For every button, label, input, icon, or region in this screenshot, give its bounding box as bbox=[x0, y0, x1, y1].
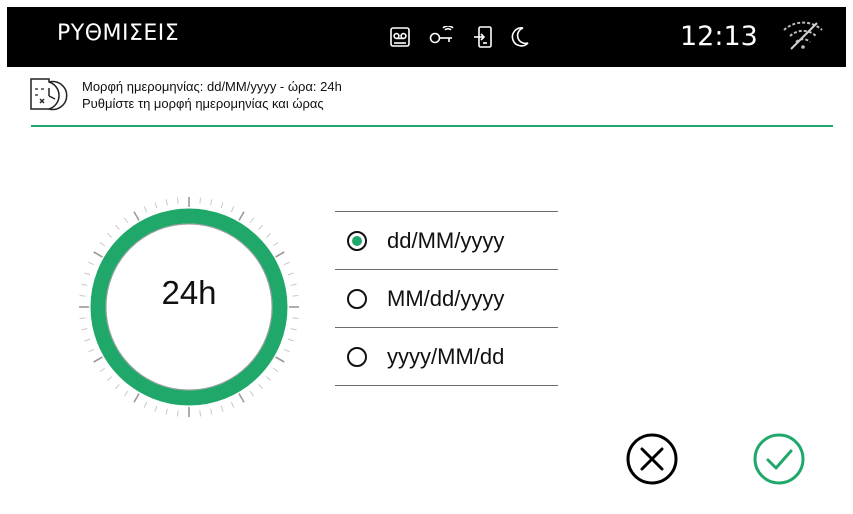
wifi-off-icon[interactable] bbox=[781, 21, 825, 56]
dial-tick bbox=[99, 241, 106, 247]
dial-tick bbox=[99, 367, 106, 373]
header-divider bbox=[31, 125, 833, 127]
dial-tick bbox=[154, 405, 158, 412]
dial-tick bbox=[177, 410, 179, 417]
voicemail-icon bbox=[389, 26, 411, 48]
dial-tick bbox=[165, 199, 168, 206]
dial-tick bbox=[199, 197, 201, 204]
dial-tick bbox=[123, 390, 129, 397]
status-icons bbox=[389, 22, 530, 52]
date-format-option-ddmmyyyy[interactable]: dd/MM/yyyy bbox=[335, 212, 558, 269]
dial-tick bbox=[258, 383, 263, 390]
dial-tick bbox=[258, 224, 263, 231]
dial-tick bbox=[290, 283, 297, 286]
dial-tick bbox=[88, 261, 95, 266]
dial-tick bbox=[115, 383, 120, 390]
clock: 12:13 bbox=[680, 21, 758, 52]
dial-tick bbox=[272, 241, 279, 247]
date-format-option-yyyymmdd[interactable]: yyyy/MM/dd bbox=[335, 328, 558, 385]
option-label: dd/MM/yyyy bbox=[387, 228, 505, 253]
dial-tick bbox=[210, 199, 213, 206]
dial-tick bbox=[275, 356, 285, 363]
dial-tick bbox=[123, 217, 129, 224]
dial-tick bbox=[143, 401, 148, 408]
instruction-text: Ρυθμίστε τη μορφή ημερομηνίας και ώρας bbox=[82, 96, 324, 111]
dial-tick bbox=[283, 348, 290, 353]
info-header: Μορφή ημερομηνίας: dd/MM/yyyy - ώρα: 24h… bbox=[27, 75, 833, 123]
dial-tick bbox=[165, 408, 168, 415]
divider bbox=[335, 385, 558, 386]
dial-tick bbox=[287, 338, 294, 342]
dial-tick bbox=[84, 272, 91, 276]
dial-tick bbox=[106, 376, 113, 381]
dial-tick bbox=[287, 272, 294, 276]
door-phone-icon bbox=[473, 25, 493, 49]
dial-tick bbox=[283, 261, 290, 266]
current-format-text: Μορφή ημερομηνίας: dd/MM/yyyy - ώρα: 24h bbox=[82, 79, 342, 94]
dial-tick bbox=[133, 393, 140, 403]
dial-tick bbox=[84, 338, 91, 342]
dial-tick bbox=[199, 410, 201, 417]
cancel-button[interactable] bbox=[623, 430, 681, 488]
dial-tick bbox=[115, 224, 120, 231]
option-label: yyyy/MM/dd bbox=[387, 344, 505, 369]
dial-tick bbox=[290, 328, 297, 331]
dial-tick bbox=[220, 202, 224, 209]
radio-button[interactable] bbox=[347, 289, 367, 309]
dial-tick bbox=[177, 197, 179, 204]
dial-tick bbox=[275, 251, 285, 258]
dial-tick bbox=[93, 356, 103, 363]
dial-tick bbox=[249, 390, 255, 397]
dial-tick bbox=[265, 233, 272, 238]
dial-tick bbox=[133, 211, 140, 221]
page-title: ΡΥΘΜΙΣΕΙΣ bbox=[57, 21, 180, 46]
dial-tick bbox=[220, 405, 224, 412]
dial-tick bbox=[106, 233, 113, 238]
time-format-value: 24h bbox=[161, 274, 217, 311]
dial-tick bbox=[265, 376, 272, 381]
date-format-option-mmddyyyy[interactable]: MM/dd/yyyy bbox=[335, 270, 558, 327]
dial-tick bbox=[249, 217, 255, 224]
moon-icon bbox=[510, 26, 530, 48]
dial-tick bbox=[238, 393, 245, 403]
calendar-clock-icon bbox=[27, 75, 71, 120]
dial-tick bbox=[238, 211, 245, 221]
dial-tick bbox=[230, 401, 235, 408]
dial-tick bbox=[143, 206, 148, 213]
dial-tick bbox=[93, 251, 103, 258]
dial-tick bbox=[79, 295, 86, 297]
radio-button[interactable] bbox=[347, 347, 367, 367]
key-icon bbox=[428, 26, 456, 48]
dial-tick bbox=[292, 295, 299, 297]
dial-tick bbox=[81, 328, 88, 331]
confirm-button[interactable] bbox=[750, 430, 808, 488]
close-circle-icon bbox=[626, 433, 678, 485]
dial-tick bbox=[88, 348, 95, 353]
dial-tick bbox=[292, 317, 299, 319]
radio-button[interactable] bbox=[347, 231, 367, 251]
check-circle-icon bbox=[753, 433, 805, 485]
dial-tick bbox=[210, 408, 213, 415]
dial-tick bbox=[79, 317, 86, 319]
dial-tick bbox=[230, 206, 235, 213]
top-bar: ΡΥΘΜΙΣΕΙΣ 12:13 bbox=[7, 7, 846, 67]
dial-tick bbox=[154, 202, 158, 209]
dial-tick bbox=[272, 367, 279, 373]
date-format-options: dd/MM/yyyy MM/dd/yyyy yyyy/MM/dd bbox=[335, 211, 558, 386]
dial-tick bbox=[81, 283, 88, 286]
option-label: MM/dd/yyyy bbox=[387, 286, 505, 311]
